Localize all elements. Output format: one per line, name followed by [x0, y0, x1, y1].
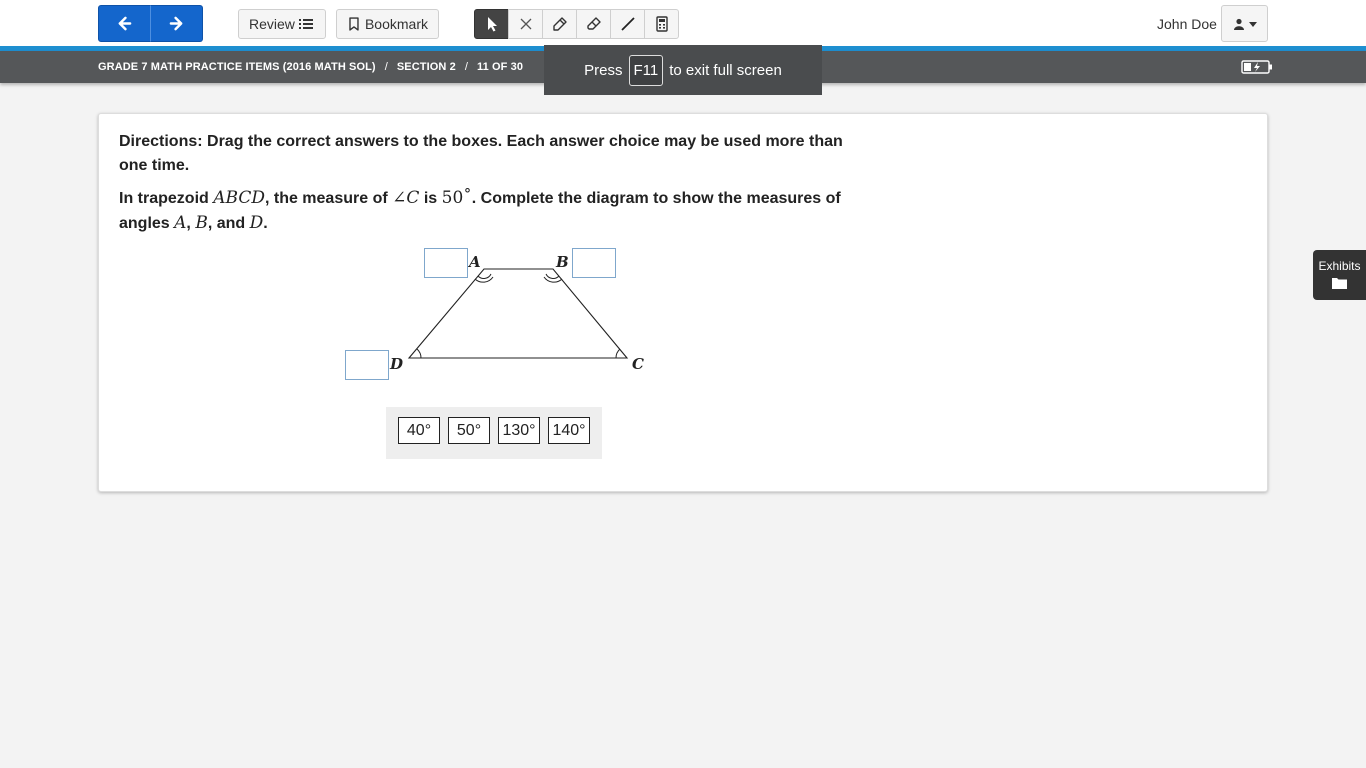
bookmark-icon	[349, 17, 359, 31]
fullscreen-notice-after: to exit full screen	[669, 61, 782, 79]
caret-down-icon	[1248, 21, 1257, 27]
angle-arc-d	[416, 348, 422, 359]
item-card: Directions: Drag the correct answers to …	[98, 113, 1268, 492]
bookmark-label: Bookmark	[364, 16, 428, 32]
review-button[interactable]: Review	[238, 9, 326, 39]
exhibits-button[interactable]: Exhibits	[1313, 250, 1366, 300]
vertex-label-b: B	[555, 253, 569, 271]
battery-charging-icon	[1241, 60, 1272, 74]
trapezoid-diagram: A B D C	[389, 253, 644, 373]
calculator-icon	[655, 16, 668, 32]
fullscreen-notice: Press F11 to exit full screen	[544, 45, 822, 95]
arrow-right-icon	[169, 16, 183, 31]
breadcrumb-separator: /	[464, 61, 468, 73]
angle-arc-b-outer	[543, 276, 563, 283]
eraser-tool[interactable]	[576, 9, 611, 39]
angle-arc-c	[615, 348, 621, 359]
pointer-icon	[487, 17, 497, 32]
angle-arc-a-outer	[474, 276, 494, 283]
breadcrumb-test: GRADE 7 MATH PRACTICE ITEMS (2016 MATH S…	[98, 61, 376, 73]
vertex-label-a: A	[467, 253, 481, 271]
folder-icon	[1332, 278, 1347, 289]
highlighter-tool[interactable]	[542, 9, 577, 39]
bookmark-button[interactable]: Bookmark	[336, 9, 439, 39]
angle-arc-a	[477, 273, 492, 279]
breadcrumb: GRADE 7 MATH PRACTICE ITEMS (2016 MATH S…	[98, 61, 523, 73]
next-button[interactable]	[150, 5, 203, 42]
strikethrough-icon	[520, 18, 531, 30]
line-icon	[620, 17, 635, 31]
fullscreen-notice-before: Press	[584, 61, 623, 79]
vertex-label-c: C	[632, 355, 644, 373]
top-toolbar: Review Bookmark John Doe	[0, 0, 1366, 47]
arrow-left-icon	[118, 16, 132, 31]
breadcrumb-position: 11 OF 30	[476, 61, 524, 73]
drop-box-angle-d[interactable]	[345, 350, 389, 380]
vertex-label-d: D	[389, 355, 403, 373]
drop-box-angle-b[interactable]	[572, 248, 616, 278]
drop-box-angle-a[interactable]	[424, 248, 468, 278]
line-tool[interactable]	[610, 9, 645, 39]
trapezoid-shape	[407, 268, 629, 359]
highlighter-icon	[552, 17, 567, 31]
pointer-tool[interactable]	[474, 9, 509, 39]
answer-choice[interactable]: 40°	[398, 417, 440, 444]
fullscreen-key: F11	[628, 54, 664, 86]
eraser-icon	[586, 17, 601, 30]
answer-choice[interactable]: 140°	[548, 417, 590, 444]
answer-choice-tray: 40° 50° 130° 140°	[386, 407, 602, 459]
user-name: John Doe	[1157, 16, 1217, 32]
user-icon	[1233, 18, 1244, 30]
list-icon	[298, 19, 313, 29]
calculator-tool[interactable]	[644, 9, 679, 39]
user-menu-button[interactable]	[1221, 5, 1268, 42]
answer-choice[interactable]: 50°	[448, 417, 490, 444]
strikethrough-tool[interactable]	[508, 9, 543, 39]
tool-group	[474, 9, 679, 39]
breadcrumb-section: SECTION 2	[396, 61, 456, 73]
breadcrumb-separator: /	[384, 61, 388, 73]
previous-button[interactable]	[98, 5, 151, 42]
answer-choice[interactable]: 130°	[498, 417, 540, 444]
review-label: Review	[249, 16, 295, 32]
exhibits-label: Exhibits	[1318, 259, 1361, 273]
